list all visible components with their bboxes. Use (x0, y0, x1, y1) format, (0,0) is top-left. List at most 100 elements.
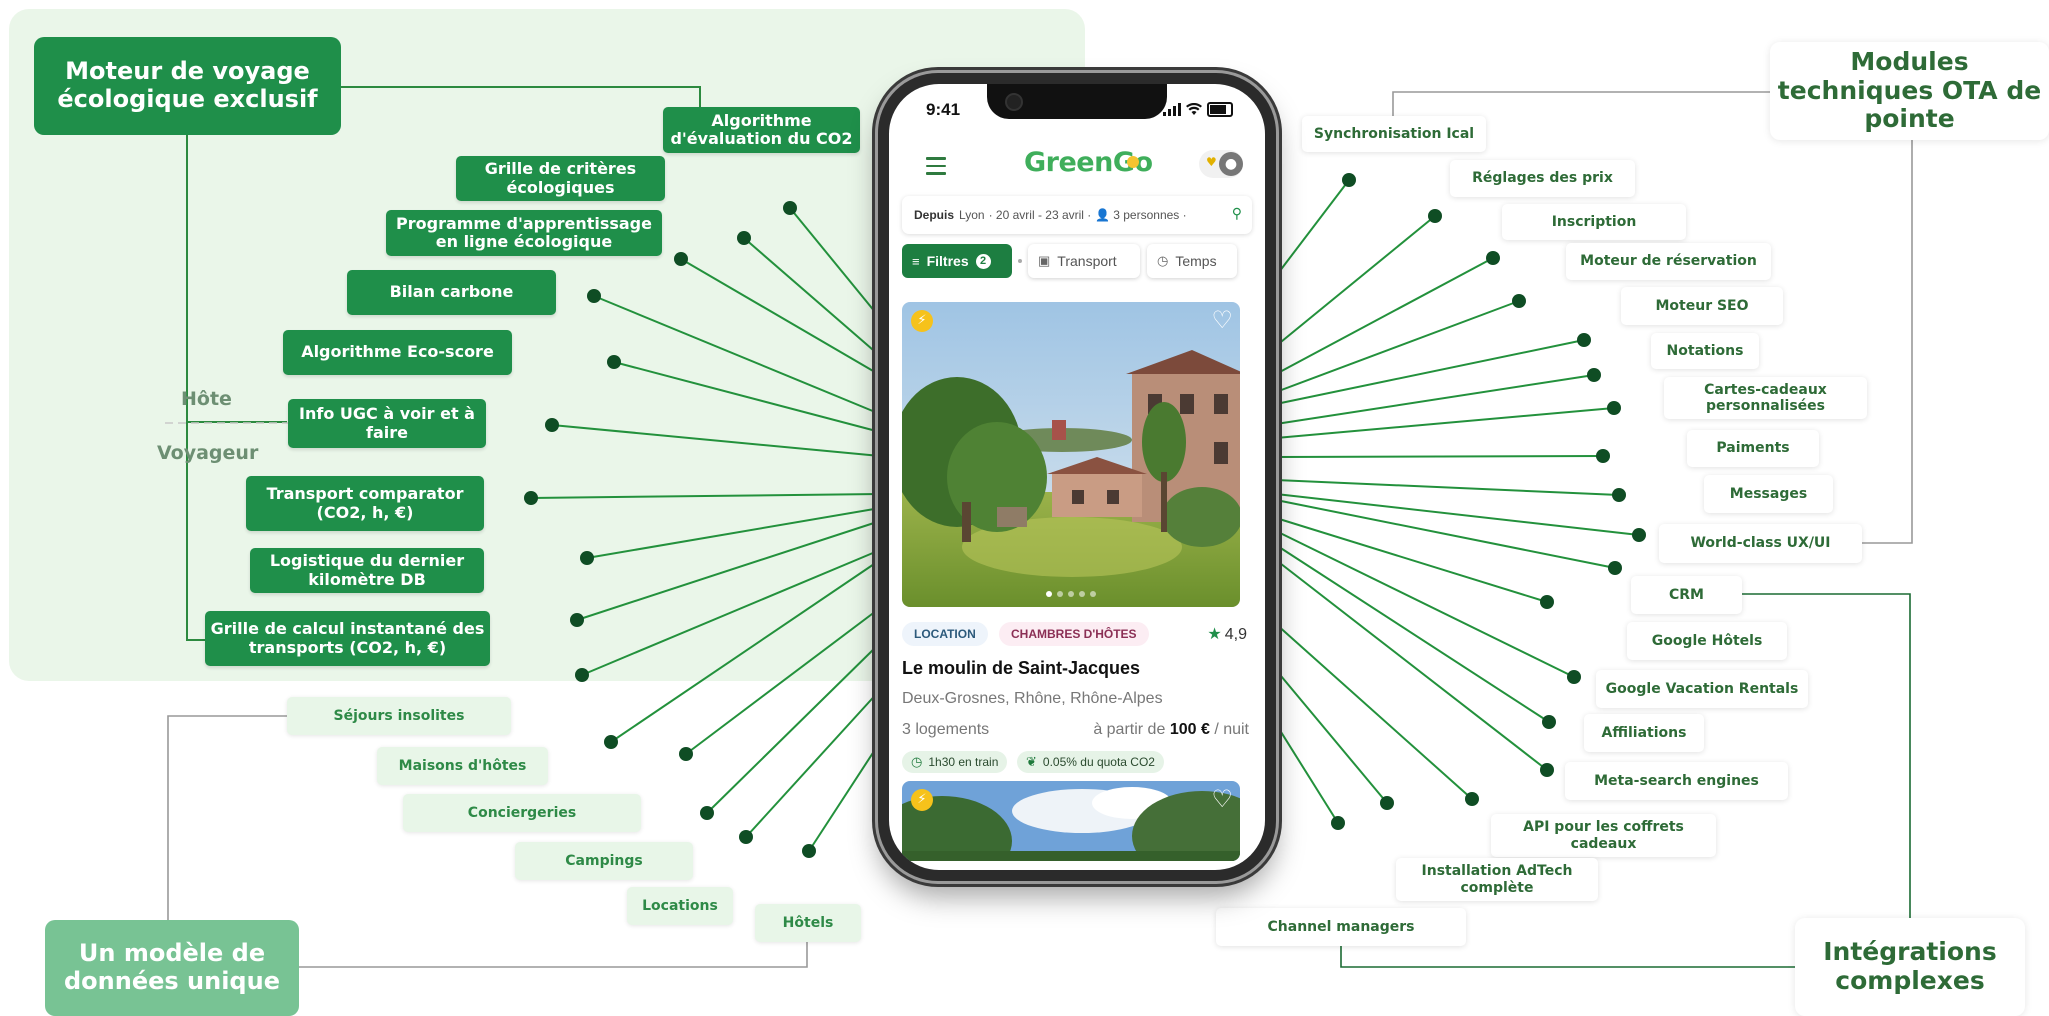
google-vacation-rentals-label: Google Vacation Rentals (1596, 670, 1808, 708)
eco-score-algorithm-label: Algorithme Eco-score (283, 330, 512, 375)
menu-icon[interactable] (926, 157, 946, 180)
unusual-stays-label: Séjours insolites (287, 697, 511, 735)
guest-rooms-tag[interactable]: CHAMBRES D'HÔTES (999, 622, 1149, 646)
time-filter-button[interactable]: ◷ Temps (1147, 244, 1237, 278)
affiliations-label: Affiliations (1584, 714, 1704, 752)
sliders-icon: ≡ (912, 253, 920, 269)
ugc-info-label: Info UGC à voir et à faire (288, 399, 486, 448)
user-avatar-icon: ● (1219, 152, 1243, 176)
search-from-label: Depuis (914, 208, 955, 222)
connector-dot (1331, 816, 1345, 830)
campsites-label: Campings (515, 842, 693, 880)
connector-dot (1577, 333, 1591, 347)
price-value: 100 € (1169, 721, 1210, 738)
signup-label: Inscription (1502, 204, 1686, 240)
adtech-setup-label: Installation AdTech complète (1396, 858, 1598, 901)
connector-dot (545, 418, 559, 432)
booking-engine-label: Moteur de réservation (1566, 243, 1771, 280)
connector-dot (1540, 595, 1554, 609)
hotels-label: Hôtels (755, 904, 861, 942)
connector-dot (1486, 251, 1500, 265)
connector-dot (524, 491, 538, 505)
connector-dot (739, 830, 753, 844)
connector-dot (1540, 763, 1554, 777)
listing-photo[interactable]: ⚡ ♡ (902, 302, 1240, 607)
concierges-label: Conciergeries (403, 794, 641, 832)
clock-icon: ◷ (911, 754, 923, 769)
guest-houses-label: Maisons d'hôtes (377, 747, 548, 785)
connector-dot (580, 551, 594, 565)
account-button[interactable]: ♥ ● (1199, 150, 1243, 178)
connector-dot (570, 613, 584, 627)
battery-icon (1207, 102, 1233, 117)
last-mile-logistics-label: Logistique du dernier kilomètre DB (250, 548, 484, 593)
messages-label: Messages (1704, 475, 1833, 513)
trees-sky-illustration (902, 781, 1240, 861)
connector-dot (1342, 173, 1356, 187)
location-tag[interactable]: LOCATION (902, 622, 988, 646)
crm-label: CRM (1631, 576, 1742, 614)
search-dates: · 20 avril - 23 avril · (988, 208, 1092, 222)
ical-sync-label: Synchronisation Ical (1302, 116, 1486, 152)
connector-dot (1542, 715, 1556, 729)
connector-dot (1632, 528, 1646, 542)
connector-dot (737, 231, 751, 245)
countryside-house-illustration (902, 302, 1240, 607)
leaf-icon: ❦ (1026, 754, 1037, 769)
signal-icon (1163, 103, 1181, 116)
transport-comparator-label: Transport comparator (CO2, h, €) (246, 476, 484, 531)
seo-engine-label: Moteur SEO (1621, 287, 1783, 325)
favorite-heart-icon[interactable]: ♡ (1211, 308, 1233, 332)
star-icon: ★ (1207, 626, 1222, 643)
connector-dot (783, 201, 797, 215)
gift-cards-label: Cartes-cadeaux personnalisées (1664, 377, 1867, 419)
filters-button[interactable]: ≡ Filtres 2 (902, 244, 1012, 278)
carousel-dots[interactable] (1046, 591, 1096, 597)
listing-title[interactable]: Le moulin de Saint-Jacques (902, 658, 1140, 679)
eco-engine-title: Moteur de voyage écologique exclusif (34, 37, 341, 135)
time-filter-label: Temps (1175, 253, 1217, 269)
ratings-label: Notations (1651, 333, 1759, 369)
eco-e-learning-label: Programme d'apprentissage en ligne écolo… (386, 210, 662, 256)
connector-dot (802, 844, 816, 858)
connector-dot (604, 735, 618, 749)
ota-modules-title: Modules techniques OTA de pointe (1770, 42, 2049, 140)
connector-dot (1587, 368, 1601, 382)
search-from-city: Lyon (959, 208, 985, 222)
connector-dot (700, 806, 714, 820)
status-icons (1163, 102, 1233, 117)
listing-photo-next[interactable]: ⚡ ♡ (902, 781, 1240, 861)
co2-quota: 0.05% du quota CO2 (1042, 755, 1155, 769)
connector-dot (1512, 294, 1526, 308)
person-icon: 👤 (1095, 208, 1111, 222)
meta-search-label: Meta-search engines (1565, 762, 1788, 800)
phone-mockup: 9:41 GreenGo ♥ ● Depuis Lyon · 20 avril … (878, 73, 1276, 881)
connector-dot (1612, 488, 1626, 502)
phone-screen: 9:41 GreenGo ♥ ● Depuis Lyon · 20 avril … (889, 84, 1265, 870)
instant-book-bolt-icon: ⚡ (911, 310, 933, 332)
listing-units: 3 logements (902, 721, 990, 738)
search-bar[interactable]: Depuis Lyon · 20 avril - 23 avril · 👤 3 … (902, 196, 1252, 234)
search-icon[interactable]: ⚲ (1232, 205, 1242, 222)
co2-quota-chip: ❦ 0.05% du quota CO2 (1017, 751, 1164, 773)
transport-filter-label: Transport (1057, 253, 1117, 269)
rating: ★ 4,9 (1207, 624, 1247, 644)
data-model-title: Un modèle de données unique (45, 920, 299, 1016)
connector-dot (679, 747, 693, 761)
connector-dot (575, 668, 589, 682)
price-suffix: / nuit (1214, 721, 1249, 738)
connector-dot (1380, 796, 1394, 810)
filters-label: Filtres (926, 253, 969, 269)
transport-filter-button[interactable]: ▣ Transport (1028, 244, 1140, 278)
wifi-icon (1186, 103, 1202, 115)
connector-dot (1428, 209, 1442, 223)
phone-notch (987, 84, 1167, 119)
clock-icon: ◷ (1157, 253, 1169, 268)
connector-dot (1596, 449, 1610, 463)
connector-dot (1465, 792, 1479, 806)
train-duration: 1h30 en train (928, 755, 999, 769)
train-duration-chip: ◷ 1h30 en train (902, 751, 1008, 773)
listing-location: Deux-Grosnes, Rhône, Rhône-Alpes (902, 690, 1163, 707)
transport-calculation-grid-label: Grille de calcul instantané des transpor… (205, 611, 490, 666)
favorite-heart-icon[interactable]: ♡ (1211, 787, 1233, 811)
